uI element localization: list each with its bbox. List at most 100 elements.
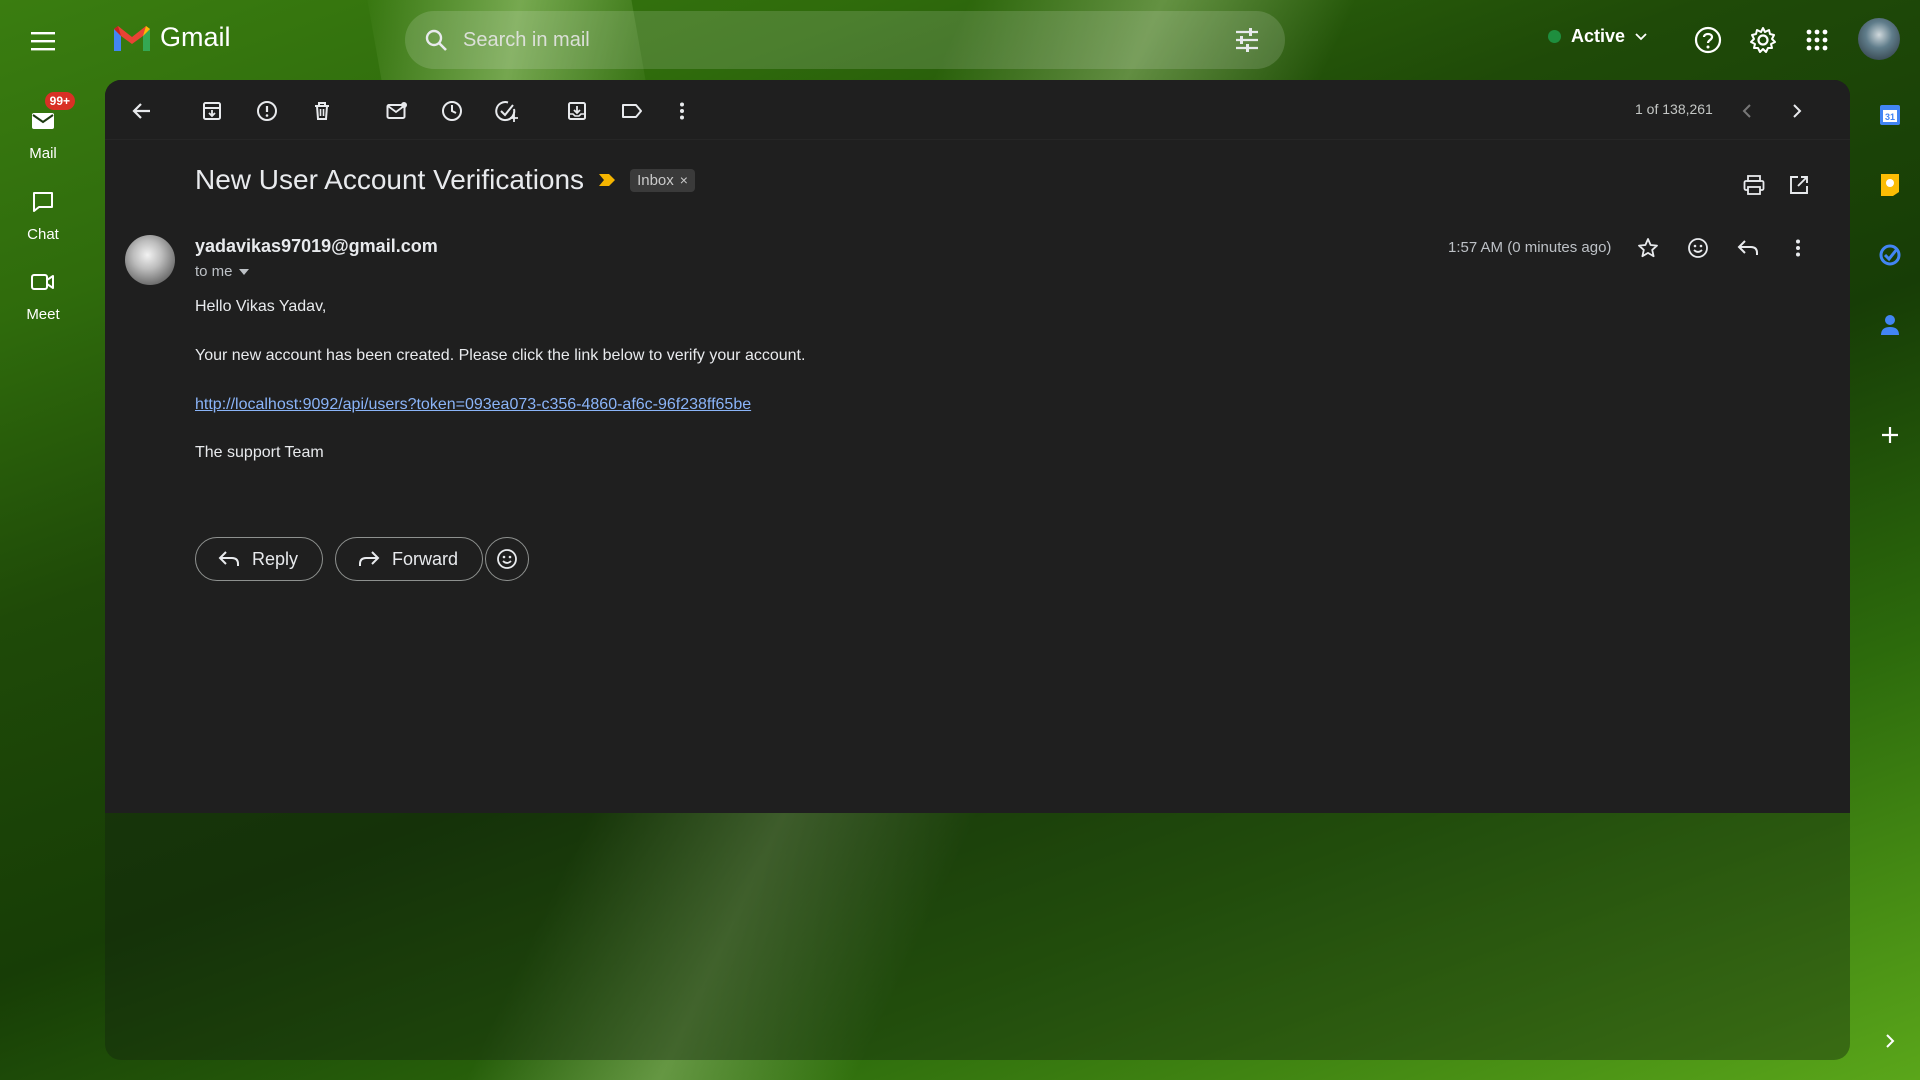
report-spam-button[interactable] xyxy=(250,94,284,128)
email-view: 1 of 138,261 New User Account Verificati… xyxy=(105,80,1850,813)
forward-action-button[interactable]: Forward xyxy=(335,537,484,581)
mark-unread-icon xyxy=(386,102,407,119)
chat-icon-wrap xyxy=(15,185,71,219)
apps-grid-icon xyxy=(1806,29,1828,51)
recipient-details-toggle[interactable]: to me xyxy=(195,263,249,280)
verification-link[interactable]: http://localhost:9092/api/users?token=09… xyxy=(195,396,751,413)
unread-badge: 99+ xyxy=(44,92,75,110)
chevron-right-icon xyxy=(1886,1034,1895,1048)
reply-action-button[interactable]: Reply xyxy=(195,537,324,581)
svg-text:31: 31 xyxy=(1885,112,1895,122)
newer-button[interactable] xyxy=(1730,94,1764,128)
inbox-label-text: Inbox xyxy=(637,171,674,189)
emoji-reaction-button[interactable] xyxy=(485,537,529,581)
search-icon[interactable] xyxy=(421,25,451,55)
reply-label: Reply xyxy=(252,548,299,569)
add-task-icon xyxy=(495,101,518,122)
search-options-icon[interactable] xyxy=(1231,24,1263,56)
rail-item-meet[interactable]: Meet xyxy=(0,265,86,323)
mark-unread-button[interactable] xyxy=(380,94,414,128)
emoji-icon xyxy=(497,549,517,569)
contacts-button[interactable] xyxy=(1872,307,1908,343)
email-paragraph: Your new account has been created. Pleas… xyxy=(195,347,806,364)
snooze-button[interactable] xyxy=(435,94,469,128)
archive-icon xyxy=(203,102,221,120)
archive-button[interactable] xyxy=(195,94,229,128)
more-vert-icon xyxy=(680,102,684,120)
pagination-count: 1 of 138,261 xyxy=(1635,101,1713,117)
move-to-button[interactable] xyxy=(560,94,594,128)
email-subject: New User Account Verifications xyxy=(195,164,585,195)
apps-button[interactable] xyxy=(1797,20,1837,60)
status-label: Active xyxy=(1571,26,1626,46)
left-rail: 99+ Mail Chat Meet xyxy=(0,80,86,1080)
email-subject-row: New User Account Verifications Inbox × xyxy=(195,164,695,196)
remove-label-button[interactable]: × xyxy=(680,172,688,188)
importance-marker-icon[interactable] xyxy=(598,173,616,187)
reply-icon xyxy=(1737,240,1758,255)
open-new-window-button[interactable] xyxy=(1782,168,1816,202)
video-icon xyxy=(31,274,54,290)
get-addons-button[interactable] xyxy=(1872,417,1908,453)
account-avatar[interactable] xyxy=(1858,18,1900,60)
contacts-icon xyxy=(1881,315,1899,335)
more-vert-icon xyxy=(1796,239,1800,257)
show-side-panel-button[interactable] xyxy=(1872,1023,1908,1059)
tasks-button[interactable] xyxy=(1872,237,1908,273)
star-button[interactable] xyxy=(1630,230,1666,266)
message-more-button[interactable] xyxy=(1780,230,1816,266)
reply-icon xyxy=(218,551,239,566)
email-timestamp: 1:57 AM (0 minutes ago) xyxy=(1448,239,1612,256)
add-reaction-button[interactable] xyxy=(1680,230,1716,266)
trash-icon xyxy=(315,102,329,120)
reply-button[interactable] xyxy=(1730,230,1766,266)
print-icon xyxy=(1743,175,1765,195)
gmail-logo[interactable]: Gmail xyxy=(112,22,231,53)
recipient-text: to me xyxy=(195,263,233,280)
calendar-button[interactable]: 31 xyxy=(1872,97,1908,133)
chevron-right-icon xyxy=(1793,104,1802,118)
rail-item-mail[interactable]: 99+ Mail xyxy=(0,92,86,162)
forward-label: Forward xyxy=(392,548,459,569)
mail-icon-wrap: 99+ xyxy=(15,92,75,138)
more-button[interactable] xyxy=(665,94,699,128)
help-icon xyxy=(1694,26,1722,54)
gear-icon xyxy=(1750,27,1776,53)
inbox-label-chip: Inbox × xyxy=(630,168,695,192)
side-panel-rail: 31 xyxy=(1868,80,1920,1080)
rail-label-meet: Meet xyxy=(26,306,60,323)
email-signoff: The support Team xyxy=(195,444,324,461)
chevron-left-icon xyxy=(1742,104,1751,118)
settings-button[interactable] xyxy=(1743,20,1783,60)
back-button[interactable] xyxy=(125,94,159,128)
label-icon xyxy=(622,104,642,118)
gmail-wordmark: Gmail xyxy=(160,22,231,52)
mail-icon xyxy=(32,113,54,129)
report-icon xyxy=(257,101,277,121)
rail-item-chat[interactable]: Chat xyxy=(0,185,86,243)
status-selector[interactable]: Active xyxy=(1548,26,1647,47)
plus-icon xyxy=(1882,427,1898,443)
add-to-tasks-button[interactable] xyxy=(490,94,524,128)
labels-button[interactable] xyxy=(615,94,649,128)
main-menu-button[interactable] xyxy=(22,20,64,62)
star-icon xyxy=(1638,238,1658,258)
sender-avatar[interactable] xyxy=(125,235,175,285)
clock-icon xyxy=(442,101,462,121)
calendar-icon: 31 xyxy=(1880,105,1900,125)
chat-icon xyxy=(33,192,53,212)
caret-down-icon xyxy=(238,268,249,275)
older-button[interactable] xyxy=(1780,94,1814,128)
keep-button[interactable] xyxy=(1872,167,1908,203)
delete-button[interactable] xyxy=(305,94,339,128)
search-input[interactable] xyxy=(463,28,1231,52)
email-toolbar: 1 of 138,261 xyxy=(105,80,1850,140)
print-button[interactable] xyxy=(1737,168,1771,202)
help-button[interactable] xyxy=(1688,20,1728,60)
gmail-m-icon xyxy=(114,25,150,51)
top-bar: Gmail Active xyxy=(0,0,1920,80)
sender-email[interactable]: yadavikas97019@gmail.com xyxy=(195,236,438,257)
rail-label-mail: Mail xyxy=(29,145,57,162)
forward-icon xyxy=(359,551,380,566)
open-in-new-icon xyxy=(1790,176,1808,194)
